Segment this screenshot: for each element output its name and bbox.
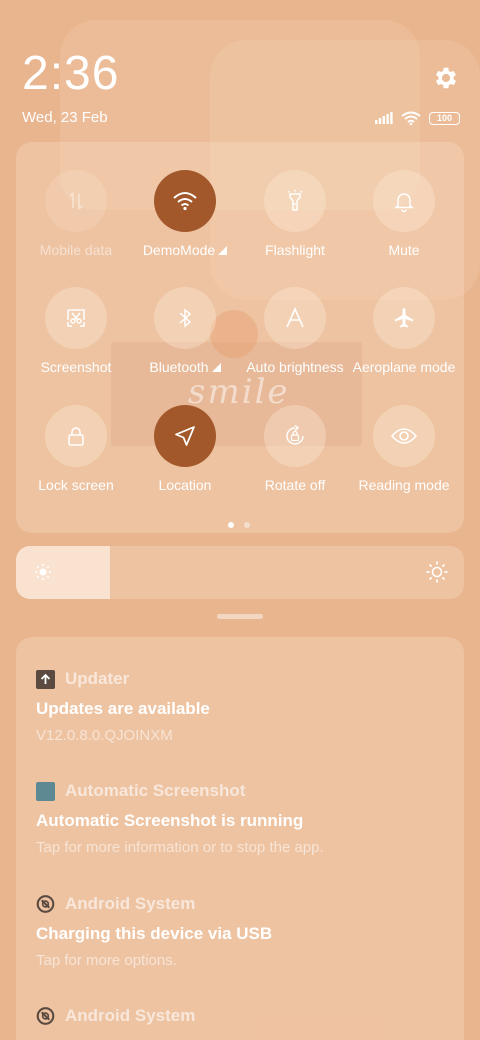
notification-app-row: Android System bbox=[36, 1005, 456, 1027]
notification-title: Automatic Screenshot is running bbox=[36, 811, 304, 830]
tile-label: Location bbox=[158, 477, 212, 493]
notification-title: Updates are available bbox=[36, 699, 210, 718]
tile-label: Mute bbox=[388, 242, 420, 258]
signal-icon bbox=[375, 112, 393, 124]
status-icons: 100 bbox=[375, 110, 460, 126]
expand-arrow-icon bbox=[218, 246, 228, 255]
tile-label: Flashlight bbox=[265, 242, 325, 258]
android-system-icon bbox=[36, 895, 55, 914]
battery-icon: 100 bbox=[429, 111, 460, 125]
expand-arrow-icon bbox=[211, 363, 221, 372]
page-dot bbox=[244, 522, 250, 528]
lock-icon bbox=[45, 405, 107, 467]
notification-app-row: Automatic Screenshot bbox=[36, 780, 456, 802]
notification-app-name: Android System bbox=[65, 1006, 196, 1025]
wifi-icon bbox=[401, 111, 421, 125]
page-indicator bbox=[228, 522, 250, 528]
tile-label-text: Bluetooth bbox=[149, 359, 209, 375]
notification-app-name: Updater bbox=[65, 669, 130, 688]
notification-text: V12.0.8.0.QJOINXM bbox=[36, 727, 173, 744]
eye-icon bbox=[373, 405, 435, 467]
tile-label: DemoMode bbox=[130, 242, 240, 258]
clock: 2:36 bbox=[22, 47, 120, 100]
gear-icon[interactable] bbox=[432, 64, 460, 92]
screenshot-app-icon bbox=[36, 781, 55, 801]
notification-text: Tap for more information or to stop the … bbox=[36, 839, 324, 856]
android-system-icon bbox=[36, 1007, 55, 1026]
bell-icon bbox=[373, 170, 435, 232]
tile-lock-screen[interactable]: Lock screen bbox=[21, 405, 131, 493]
tile-bluetooth[interactable]: Bluetooth bbox=[130, 287, 240, 375]
tile-label: Mobile data bbox=[39, 242, 113, 258]
date: Wed, 23 Feb bbox=[22, 109, 108, 126]
notification-text: Tap for more options. bbox=[36, 952, 177, 969]
tile-mute[interactable]: Mute bbox=[349, 170, 459, 258]
notification-app-name: Automatic Screenshot bbox=[65, 781, 246, 800]
tile-label: Rotate off bbox=[264, 477, 326, 493]
brightness-level bbox=[16, 546, 111, 599]
tile-label: Reading mode bbox=[358, 477, 450, 493]
tile-label: Auto brightness bbox=[246, 359, 344, 375]
tile-label: Screenshot bbox=[40, 359, 112, 375]
updater-icon bbox=[36, 669, 55, 689]
notification-title: Charging this device via USB bbox=[36, 924, 273, 943]
screenshot-icon bbox=[45, 287, 107, 349]
tile-flashlight[interactable]: Flashlight bbox=[240, 170, 350, 258]
rotate-lock-icon bbox=[264, 405, 326, 467]
notification-app-name: Android System bbox=[65, 894, 196, 913]
tile-label: Bluetooth bbox=[130, 359, 240, 375]
notification-item[interactable]: Android System Charging this device via … bbox=[36, 893, 456, 969]
tile-aeroplane-mode[interactable]: Aeroplane mode bbox=[349, 287, 459, 375]
page-dot-active bbox=[228, 522, 234, 528]
mobile-data-icon bbox=[45, 170, 107, 232]
notification-item[interactable]: Automatic Screenshot Automatic Screensho… bbox=[36, 780, 456, 856]
notification-app-row: Updater bbox=[36, 668, 456, 690]
tile-rotate-off[interactable]: Rotate off bbox=[240, 405, 350, 493]
bluetooth-icon bbox=[154, 287, 216, 349]
tile-label-text: DemoMode bbox=[142, 242, 216, 258]
tile-auto-brightness[interactable]: Auto brightness bbox=[240, 287, 350, 375]
brightness-low-icon bbox=[35, 564, 51, 580]
tile-screenshot[interactable]: Screenshot bbox=[21, 287, 131, 375]
location-icon bbox=[154, 405, 216, 467]
tile-demomode[interactable]: DemoMode bbox=[130, 170, 240, 258]
tile-label: Aeroplane mode bbox=[352, 359, 456, 375]
wifi-icon bbox=[154, 170, 216, 232]
notification-app-row: Android System bbox=[36, 893, 456, 915]
notification-item[interactable]: Android System bbox=[36, 1005, 456, 1027]
airplane-icon bbox=[373, 287, 435, 349]
notification-item[interactable]: Updater Updates are available V12.0.8.0.… bbox=[36, 668, 456, 744]
brightness-slider[interactable] bbox=[16, 546, 464, 599]
drag-handle[interactable] bbox=[217, 614, 263, 619]
tile-mobile-data[interactable]: Mobile data bbox=[21, 170, 131, 258]
tile-label: Lock screen bbox=[38, 477, 114, 493]
brightness-high-icon bbox=[426, 561, 448, 583]
tile-reading-mode[interactable]: Reading mode bbox=[349, 405, 459, 493]
auto-brightness-icon bbox=[264, 287, 326, 349]
tile-location[interactable]: Location bbox=[130, 405, 240, 493]
flashlight-icon bbox=[264, 170, 326, 232]
